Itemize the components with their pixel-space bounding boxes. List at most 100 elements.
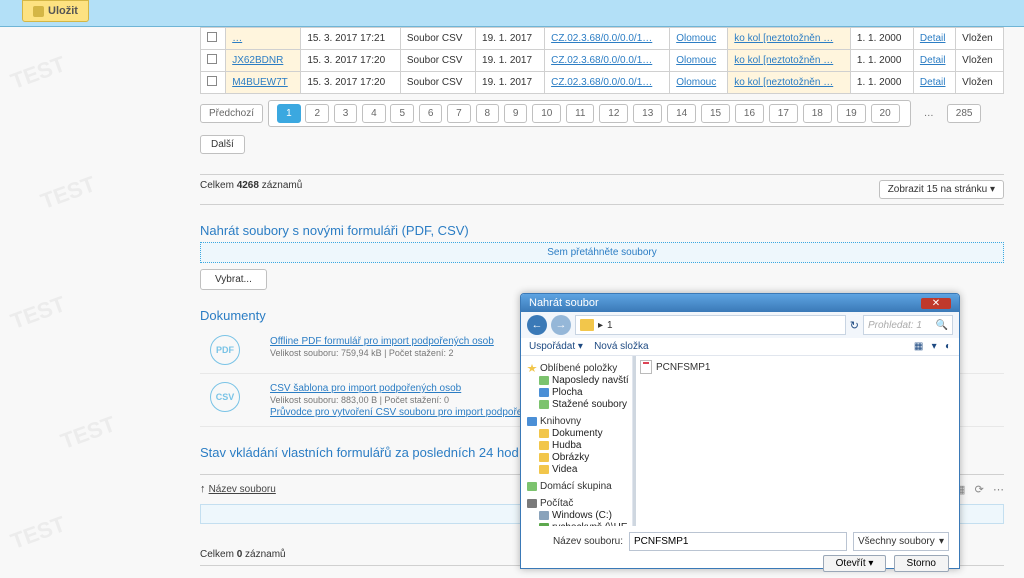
- dialog-title: Nahrát soubor: [529, 297, 599, 309]
- dialog-close-button[interactable]: ✕: [921, 298, 951, 309]
- videos-icon: [539, 465, 549, 474]
- pager-page[interactable]: 1: [277, 104, 301, 123]
- file-item[interactable]: PCNFSMP1: [640, 360, 955, 374]
- filename-column[interactable]: Název souboru: [209, 484, 276, 495]
- upload-heading: Nahrát soubory s novými formuláři (PDF, …: [200, 223, 1004, 238]
- table-row: M4BUEW7T15. 3. 2017 17:20Soubor CSV19. 1…: [201, 72, 1004, 94]
- pager-page[interactable]: 9: [504, 104, 528, 123]
- downloads-icon: [539, 400, 549, 409]
- city-link[interactable]: Olomouc: [676, 33, 716, 44]
- city-link[interactable]: Olomouc: [676, 55, 716, 66]
- dialog-file-list[interactable]: PCNFSMP1: [633, 356, 959, 526]
- record-id-link[interactable]: M4BUEW7T: [232, 77, 288, 88]
- cell-status: Vložen: [956, 72, 1004, 94]
- drive-c-icon: [539, 511, 549, 520]
- project-link[interactable]: CZ.02.3.68/0.0/0.0/1…: [551, 33, 652, 44]
- filetype-select[interactable]: Všechny soubory▾: [853, 532, 949, 551]
- detail-link[interactable]: Detail: [920, 33, 946, 44]
- pager-next[interactable]: Další: [200, 135, 245, 154]
- pdf-badge-icon: PDF: [210, 335, 240, 365]
- filename-input[interactable]: [629, 532, 847, 551]
- detail-link[interactable]: Detail: [920, 77, 946, 88]
- pager-page[interactable]: 13: [633, 104, 662, 123]
- pager: Předchozí 1 2 3 4 5 6 7 8 9 10 11 12 13 …: [200, 100, 1004, 127]
- cell-effective: 1. 1. 2000: [850, 28, 913, 50]
- chevron-down-icon: ▾: [990, 184, 995, 195]
- breadcrumb[interactable]: ▸ 1: [575, 315, 846, 335]
- pager-page[interactable]: 20: [871, 104, 900, 123]
- kol-link[interactable]: ko kol [neztotožněn …: [734, 77, 833, 88]
- city-link[interactable]: Olomouc: [676, 77, 716, 88]
- csv-badge-icon: CSV: [210, 382, 240, 412]
- cancel-button[interactable]: Storno: [894, 555, 949, 572]
- cell-date2: 19. 1. 2017: [476, 72, 545, 94]
- nav-fwd-button[interactable]: →: [551, 315, 571, 335]
- documents-icon: [539, 429, 549, 438]
- pager-page[interactable]: 8: [476, 104, 500, 123]
- pager-page[interactable]: 18: [803, 104, 832, 123]
- pager-page[interactable]: 19: [837, 104, 866, 123]
- dialog-nav-tree[interactable]: Oblíbené položky Naposledy navští Plocha…: [521, 356, 633, 526]
- per-page-select[interactable]: Zobrazit 15 na stránku ▾: [879, 180, 1004, 199]
- project-link[interactable]: CZ.02.3.68/0.0/0.0/1…: [551, 77, 652, 88]
- csv-template-link[interactable]: CSV šablona pro import podpořených osob: [270, 383, 461, 394]
- dialog-titlebar: Nahrát soubor ✕: [521, 294, 959, 312]
- network-drive-icon: [539, 523, 549, 526]
- pager-page[interactable]: 11: [566, 104, 594, 123]
- dialog-search[interactable]: Prohledat: 1🔍: [863, 315, 953, 335]
- organize-menu[interactable]: Uspořádat: [529, 341, 575, 352]
- row-checkbox[interactable]: [201, 50, 226, 72]
- folder-icon: [580, 319, 594, 331]
- nav-back-button[interactable]: ←: [527, 315, 547, 335]
- cell-effective: 1. 1. 2000: [850, 50, 913, 72]
- pager-page[interactable]: 5: [390, 104, 414, 123]
- pager-page[interactable]: 3: [334, 104, 358, 123]
- pager-last[interactable]: 285: [947, 104, 982, 123]
- pager-page[interactable]: 14: [667, 104, 696, 123]
- save-label: Uložit: [48, 5, 78, 17]
- computer-icon: [527, 499, 537, 508]
- pager-page[interactable]: 12: [599, 104, 628, 123]
- kol-link[interactable]: ko kol [neztotožněn …: [734, 33, 833, 44]
- records-summary: Celkem 4268 záznamů Zobrazit 15 na strán…: [200, 174, 1004, 205]
- pdf-template-link[interactable]: Offline PDF formulář pro import podpořen…: [270, 336, 494, 347]
- pick-file-button[interactable]: Vybrat...: [200, 269, 267, 290]
- cell-date2: 19. 1. 2017: [476, 28, 545, 50]
- pdf-meta: Velikost souboru: 759,94 kB | Počet staž…: [270, 348, 453, 358]
- file-icon: [640, 360, 652, 374]
- detail-link[interactable]: Detail: [920, 55, 946, 66]
- pager-prev[interactable]: Předchozí: [200, 104, 263, 123]
- homegroup-icon: [527, 482, 537, 491]
- cell-date: 15. 3. 2017 17:21: [301, 28, 401, 50]
- row-checkbox[interactable]: [201, 72, 226, 94]
- pager-page[interactable]: 17: [769, 104, 798, 123]
- music-icon: [539, 441, 549, 450]
- cell-date2: 19. 1. 2017: [476, 50, 545, 72]
- open-button[interactable]: Otevřít ▾: [823, 555, 887, 572]
- pager-page[interactable]: 6: [419, 104, 443, 123]
- cell-effective: 1. 1. 2000: [850, 72, 913, 94]
- pager-page[interactable]: 4: [362, 104, 386, 123]
- pager-page[interactable]: 2: [305, 104, 329, 123]
- cell-type: Soubor CSV: [400, 72, 475, 94]
- row-checkbox[interactable]: [201, 28, 226, 50]
- pager-page[interactable]: 15: [701, 104, 730, 123]
- cell-status: Vložen: [956, 50, 1004, 72]
- view-options[interactable]: ▦ ▾ ◐: [914, 341, 951, 352]
- save-button[interactable]: Uložit: [22, 0, 89, 22]
- refresh-icon[interactable]: ↻: [850, 319, 859, 332]
- search-icon: 🔍: [936, 320, 948, 331]
- project-link[interactable]: CZ.02.3.68/0.0/0.0/1…: [551, 55, 652, 66]
- record-id-link[interactable]: …: [232, 33, 242, 44]
- pager-page[interactable]: 16: [735, 104, 764, 123]
- pager-page[interactable]: 10: [532, 104, 561, 123]
- recent-icon: [539, 376, 549, 385]
- file-dropzone[interactable]: Sem přetáhněte soubory: [200, 242, 1004, 263]
- record-id-link[interactable]: JX62BDNR: [232, 55, 283, 66]
- new-folder-button[interactable]: Nová složka: [594, 341, 648, 352]
- chevron-down-icon: ▾: [939, 536, 944, 547]
- cell-status: Vložen: [956, 28, 1004, 50]
- cell-date: 15. 3. 2017 17:20: [301, 50, 401, 72]
- kol-link[interactable]: ko kol [neztotožněn …: [734, 55, 833, 66]
- pager-page[interactable]: 7: [447, 104, 471, 123]
